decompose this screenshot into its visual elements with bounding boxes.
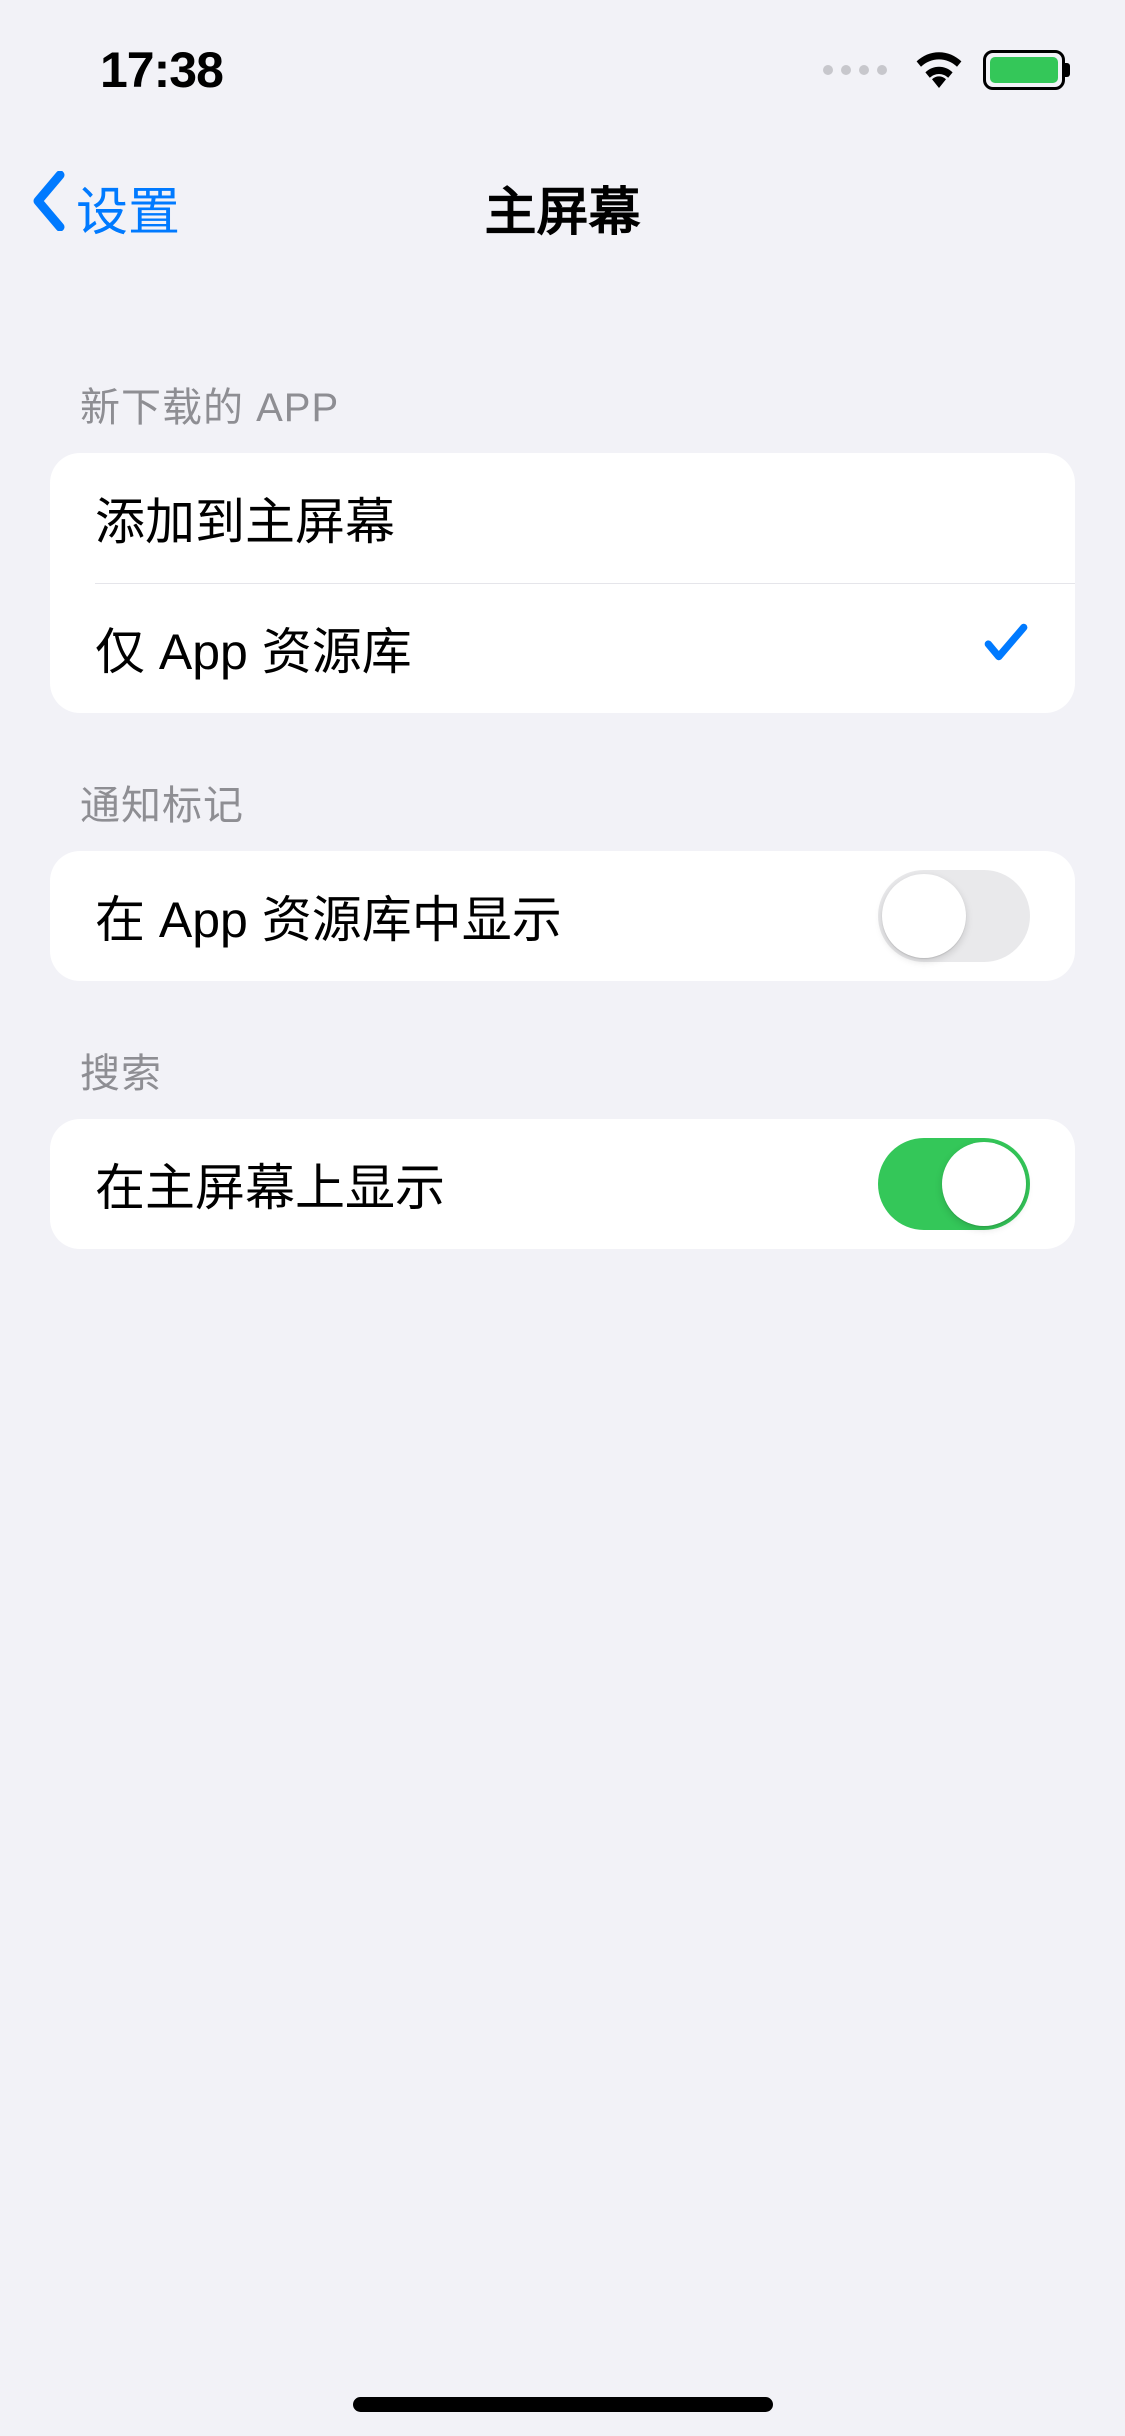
page-title: 主屏幕 (484, 170, 640, 245)
section-header-search: 搜索 (50, 981, 1075, 1119)
switch-show-in-app-library[interactable] (878, 870, 1030, 962)
back-label: 设置 (76, 170, 180, 245)
option-app-library-only[interactable]: 仅 App 资源库 (50, 583, 1075, 713)
row-show-in-app-library: 在 App 资源库中显示 (50, 851, 1075, 981)
content: 新下载的 APP 添加到主屏幕 仅 App 资源库 通知标记 在 App 资源库… (0, 275, 1125, 1249)
checkmark-icon (980, 617, 1030, 679)
chevron-left-icon (30, 171, 66, 244)
back-button[interactable]: 设置 (30, 170, 180, 245)
home-indicator[interactable] (353, 2397, 773, 2412)
section-header-notification-badges: 通知标记 (50, 713, 1075, 851)
row-show-on-home-screen: 在主屏幕上显示 (50, 1119, 1075, 1249)
battery-icon (983, 50, 1065, 90)
switch-show-on-home-screen[interactable] (878, 1138, 1030, 1230)
group-new-downloads: 添加到主屏幕 仅 App 资源库 (50, 453, 1075, 713)
row-label: 在 App 资源库中显示 (95, 880, 562, 952)
row-label: 仅 App 资源库 (95, 612, 412, 684)
group-search: 在主屏幕上显示 (50, 1119, 1075, 1249)
option-add-to-home-screen[interactable]: 添加到主屏幕 (50, 453, 1075, 583)
row-label: 在主屏幕上显示 (95, 1148, 445, 1220)
row-label: 添加到主屏幕 (95, 482, 395, 554)
navigation-bar: 设置 主屏幕 (0, 140, 1125, 275)
switch-thumb (882, 874, 966, 958)
status-indicators (823, 48, 1065, 93)
wifi-icon (913, 48, 965, 93)
group-notification-badges: 在 App 资源库中显示 (50, 851, 1075, 981)
status-time: 17:38 (100, 41, 223, 99)
switch-thumb (942, 1142, 1026, 1226)
status-bar: 17:38 (0, 0, 1125, 140)
section-header-new-downloads: 新下载的 APP (50, 275, 1075, 453)
cellular-signal-icon (823, 65, 887, 75)
